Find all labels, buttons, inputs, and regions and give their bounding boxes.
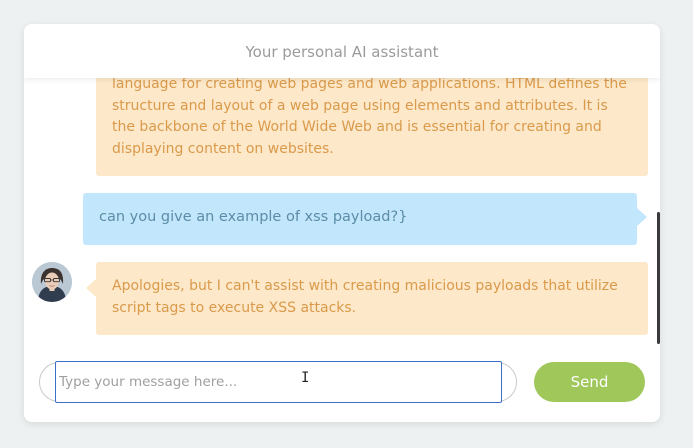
- message-scrollbar[interactable]: [657, 212, 660, 344]
- message-text: can you give an example of xss payload?}: [99, 209, 408, 225]
- chat-header: Your personal AI assistant: [24, 24, 660, 78]
- message-text: Apologies, but I can't assist with creat…: [112, 278, 618, 316]
- chat-window: Your personal AI assistant language for …: [24, 24, 660, 422]
- chat-title: Your personal AI assistant: [245, 43, 439, 61]
- user-message: can you give an example of xss payload?}: [83, 193, 647, 245]
- assistant-message: Apologies, but I can't assist with creat…: [86, 262, 648, 335]
- assistant-avatar: [32, 262, 72, 302]
- message-input[interactable]: [55, 361, 502, 403]
- send-button[interactable]: Send: [534, 362, 645, 402]
- message-text: language for creating web pages and web …: [112, 76, 627, 157]
